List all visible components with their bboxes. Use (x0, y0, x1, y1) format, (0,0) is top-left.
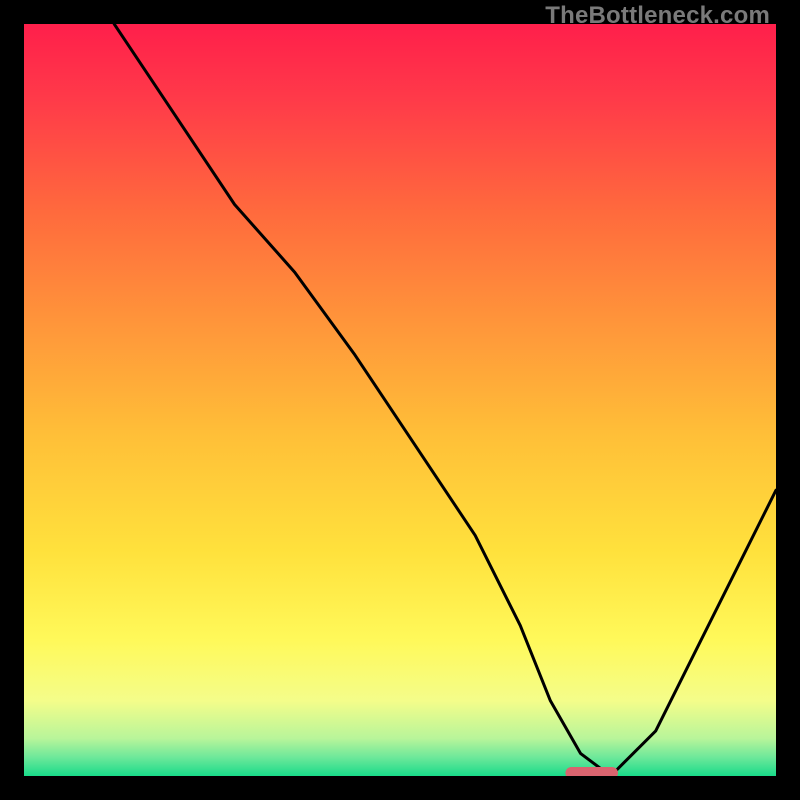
watermark-label: TheBottleneck.com (545, 2, 770, 30)
bottleneck-chart (24, 24, 776, 776)
chart-frame (24, 24, 776, 776)
optimal-zone-marker (565, 767, 618, 776)
chart-background (24, 24, 776, 776)
